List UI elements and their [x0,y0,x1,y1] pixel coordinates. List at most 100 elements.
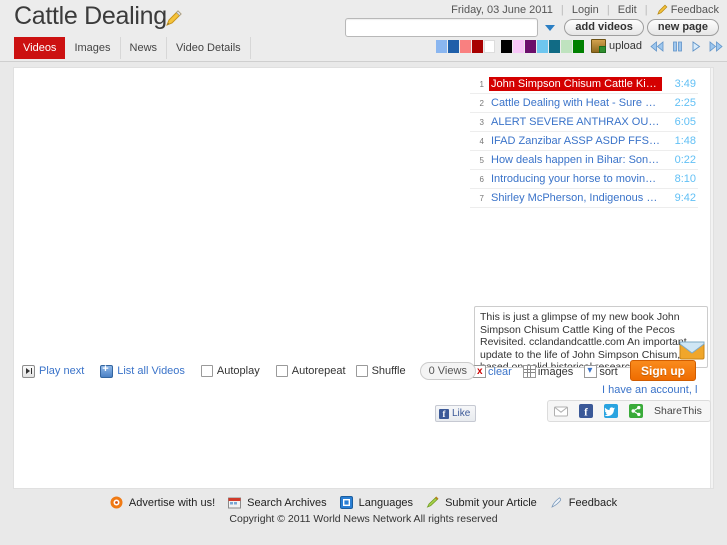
fast-forward-icon[interactable] [709,40,723,52]
search-input[interactable] [345,18,539,37]
like-label: Like [452,408,471,419]
list-all-label: List all Videos [117,365,185,377]
chevron-down-icon[interactable] [545,24,556,31]
playlist-item[interactable]: 7 Shirley McPherson, Indigenous Lar... 9:4… [470,189,698,208]
playlist-item[interactable]: 3 ALERT SEVERE ANTHRAX OUTBREAK... 6:05 [470,113,698,132]
color-swatch-11[interactable] [572,39,584,53]
signup-button[interactable]: Sign up [630,360,696,381]
footer-link-advertise-with-us[interactable]: Advertise with us! [110,496,215,509]
playlist-item[interactable]: 4 IFAD Zanzibar ASSP ASDP FFS cattl... 1:4… [470,132,698,151]
playlist-item-title[interactable]: IFAD Zanzibar ASSP ASDP FFS cattl... [489,134,662,148]
autorepeat-label: Autorepeat [291,365,346,377]
footer-link-label: Submit your Article [445,496,537,509]
archives-icon [228,496,244,509]
play-icon[interactable] [691,40,701,52]
current-date: Friday, 03 June 2011 [451,4,553,16]
tab-list: Videos Images News Video Details [14,37,251,59]
submit-article-icon [426,496,442,509]
playlist-item-title[interactable]: Shirley McPherson, Indigenous Lar... [489,191,662,205]
editor-toolbar: upload [435,39,723,53]
share-bar: f ShareThis [547,400,711,422]
color-swatch-7[interactable] [524,39,536,53]
color-swatch-1[interactable] [447,39,459,53]
playlist-item-duration: 1:48 [674,135,696,147]
email-icon[interactable] [554,404,568,418]
footer-links: Advertise with us! Search Archives Languag… [0,496,727,509]
color-swatch-8[interactable] [536,39,548,53]
tab-video-details[interactable]: Video Details [167,37,251,59]
playlist-item-title[interactable]: ALERT SEVERE ANTHRAX OUTBREAK... [489,115,662,129]
description-tools: x clear images ▾ sort [473,365,629,378]
color-swatch-5[interactable] [500,39,512,53]
playlist-item[interactable]: 5 How deals happen in Bihar: Sonep... 0:22 [470,151,698,170]
new-page-button[interactable]: new page [646,19,719,36]
playlist-item-number: 2 [479,98,484,108]
playlist-item-title[interactable]: How deals happen in Bihar: Sonep... [489,153,662,167]
pencil-icon[interactable] [164,8,184,28]
footer-link-languages[interactable]: Languages [339,496,413,509]
color-swatch-3[interactable] [471,39,483,53]
autoplay-checkbox[interactable]: Autoplay [200,365,260,377]
upload-button[interactable]: upload [590,39,642,53]
playlist-item[interactable]: 6 Introducing your horse to moving c... 8:… [470,170,698,189]
shuffle-box[interactable] [355,365,368,377]
plus-icon [100,363,114,378]
footer-link-search-archives[interactable]: Search Archives [228,496,327,509]
sharethis-icon[interactable] [629,404,643,418]
tab-bar: Videos Images News Video Details upload [0,37,727,62]
autoplay-label: Autoplay [216,365,260,377]
feedback-link[interactable]: Feedback [671,4,719,16]
edit-link[interactable]: Edit [618,4,637,16]
add-videos-button[interactable]: add videos [564,19,644,36]
playlist-item-number: 6 [479,174,484,184]
sharethis-label[interactable]: ShareThis [654,405,702,417]
facebook-like-button[interactable]: f Like [435,405,477,422]
playlist-item-title[interactable]: Introducing your horse to moving c... [489,172,662,186]
shuffle-checkbox[interactable]: Shuffle [355,365,406,377]
images-button[interactable]: images [522,365,573,378]
autorepeat-checkbox[interactable]: Autorepeat [275,365,346,377]
color-swatch-4[interactable] [483,39,495,53]
sort-button[interactable]: ▾ sort [584,365,618,378]
facebook-share-icon[interactable]: f [579,404,593,419]
playlist-item-title[interactable]: Cattle Dealing with Heat - Sure Chi... [489,96,662,110]
footer-link-feedback[interactable]: Feedback [550,496,617,509]
color-swatch-10[interactable] [560,39,572,53]
page-footer: Advertise with us! Search Archives Languag… [0,496,727,525]
playlist-item-duration: 0:22 [674,154,696,166]
have-account-link[interactable]: I have an account, l [602,384,710,396]
playlist-item[interactable]: 2 Cattle Dealing with Heat - Sure Chi... 2… [470,94,698,113]
playlist-item-number: 1 [479,79,484,89]
search-area: add videos new page [345,18,719,37]
list-all-videos-button[interactable]: List all Videos [100,363,185,378]
footer-link-submit-your-article[interactable]: Submit your Article [426,496,537,509]
views-badge: 0 Views [419,362,476,380]
color-swatch-2[interactable] [459,39,471,53]
playlist-item-title[interactable]: John Simpson Chisum Cattle King o... [489,77,662,91]
playlist-item-duration: 8:10 [674,173,696,185]
playlist-item-number: 4 [479,136,484,146]
pause-icon[interactable] [672,41,683,52]
clear-button[interactable]: x clear [473,365,512,378]
tab-news[interactable]: News [121,37,168,59]
color-swatch-0[interactable] [435,39,447,53]
grid-icon [522,365,536,378]
twitter-share-icon[interactable] [604,404,618,418]
rewind-icon[interactable] [650,40,664,52]
video-player[interactable] [14,68,469,353]
tab-videos[interactable]: Videos [14,37,66,59]
sort-label: sort [599,365,618,378]
color-swatch-9[interactable] [548,39,560,53]
autoplay-box[interactable] [200,365,213,377]
page-header: Cattle Dealing Friday, 03 June 2011 | Lo… [0,0,727,37]
playlist-item-duration: 3:49 [674,78,696,90]
color-swatch-6[interactable] [512,39,524,53]
envelope-icon[interactable] [679,340,705,360]
autorepeat-box[interactable] [275,365,288,377]
video-description[interactable]: This is just a glimpse of my new book Jo… [474,306,708,368]
login-link[interactable]: Login [572,4,599,16]
playlist-item[interactable]: 1 John Simpson Chisum Cattle King o... 3:4… [470,75,698,94]
upload-label: upload [608,40,642,52]
tab-images[interactable]: Images [65,37,121,59]
play-next-button[interactable]: Play next [22,364,84,378]
